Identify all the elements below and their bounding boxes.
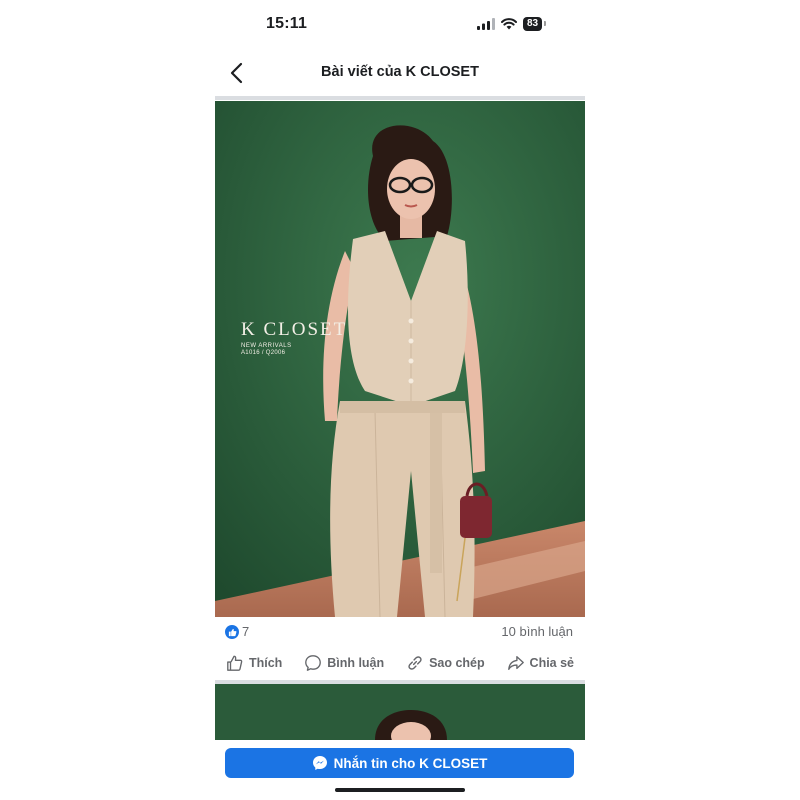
phone-screen: 15:11 83 Bài viết của K CLOSET K CLOSET … bbox=[215, 0, 585, 800]
like-button[interactable]: Thích bbox=[226, 650, 282, 676]
brand-codes: A1016 / Q2006 bbox=[241, 350, 286, 356]
home-indicator bbox=[335, 788, 465, 792]
share-icon bbox=[507, 656, 524, 670]
brand-overlay: K CLOSET NEW ARRIVALS A1016 / Q2006 bbox=[241, 319, 347, 356]
message-page-button[interactable]: Nhắn tin cho K CLOSET bbox=[225, 748, 574, 778]
post-photo[interactable]: K CLOSET NEW ARRIVALS A1016 / Q2006 bbox=[215, 101, 585, 617]
copy-button[interactable]: Sao chép bbox=[406, 650, 485, 676]
fashion-photo-illustration bbox=[215, 101, 585, 617]
messenger-icon bbox=[312, 756, 327, 770]
header-divider bbox=[215, 96, 585, 100]
page-header: Bài viết của K CLOSET bbox=[215, 52, 585, 94]
like-label: Thích bbox=[248, 656, 283, 670]
page-title: Bài viết của K CLOSET bbox=[321, 64, 479, 80]
post-stats: 7 10 bình luận bbox=[215, 620, 585, 644]
wifi-icon bbox=[501, 18, 517, 30]
link-icon bbox=[408, 656, 422, 670]
comment-button[interactable]: Bình luận bbox=[304, 650, 384, 676]
post-actions: Thích Bình luận Sao chép Chia sẻ bbox=[215, 650, 585, 676]
comment-count[interactable]: 10 bình luận bbox=[501, 624, 573, 639]
like-reaction-icon[interactable] bbox=[225, 625, 239, 639]
brand-subtitle: NEW ARRIVALS bbox=[241, 343, 292, 349]
message-page-label: Nhắn tin cho K CLOSET bbox=[333, 755, 488, 771]
comment-label: Bình luận bbox=[327, 656, 385, 670]
status-icons: 83 bbox=[477, 16, 547, 32]
share-button[interactable]: Chia sẻ bbox=[507, 650, 574, 676]
like-count[interactable]: 7 bbox=[242, 624, 249, 639]
status-time: 15:11 bbox=[266, 15, 308, 32]
thumbs-up-icon bbox=[227, 655, 243, 671]
post-photo-next[interactable] bbox=[215, 684, 585, 740]
share-label: Chia sẻ bbox=[529, 656, 575, 670]
battery-icon: 83 bbox=[523, 17, 547, 31]
comment-icon bbox=[305, 655, 322, 671]
copy-label: Sao chép bbox=[429, 656, 485, 670]
next-photo-illustration bbox=[215, 684, 585, 740]
brand-name: K CLOSET bbox=[241, 319, 348, 340]
signal-icon bbox=[477, 18, 495, 30]
